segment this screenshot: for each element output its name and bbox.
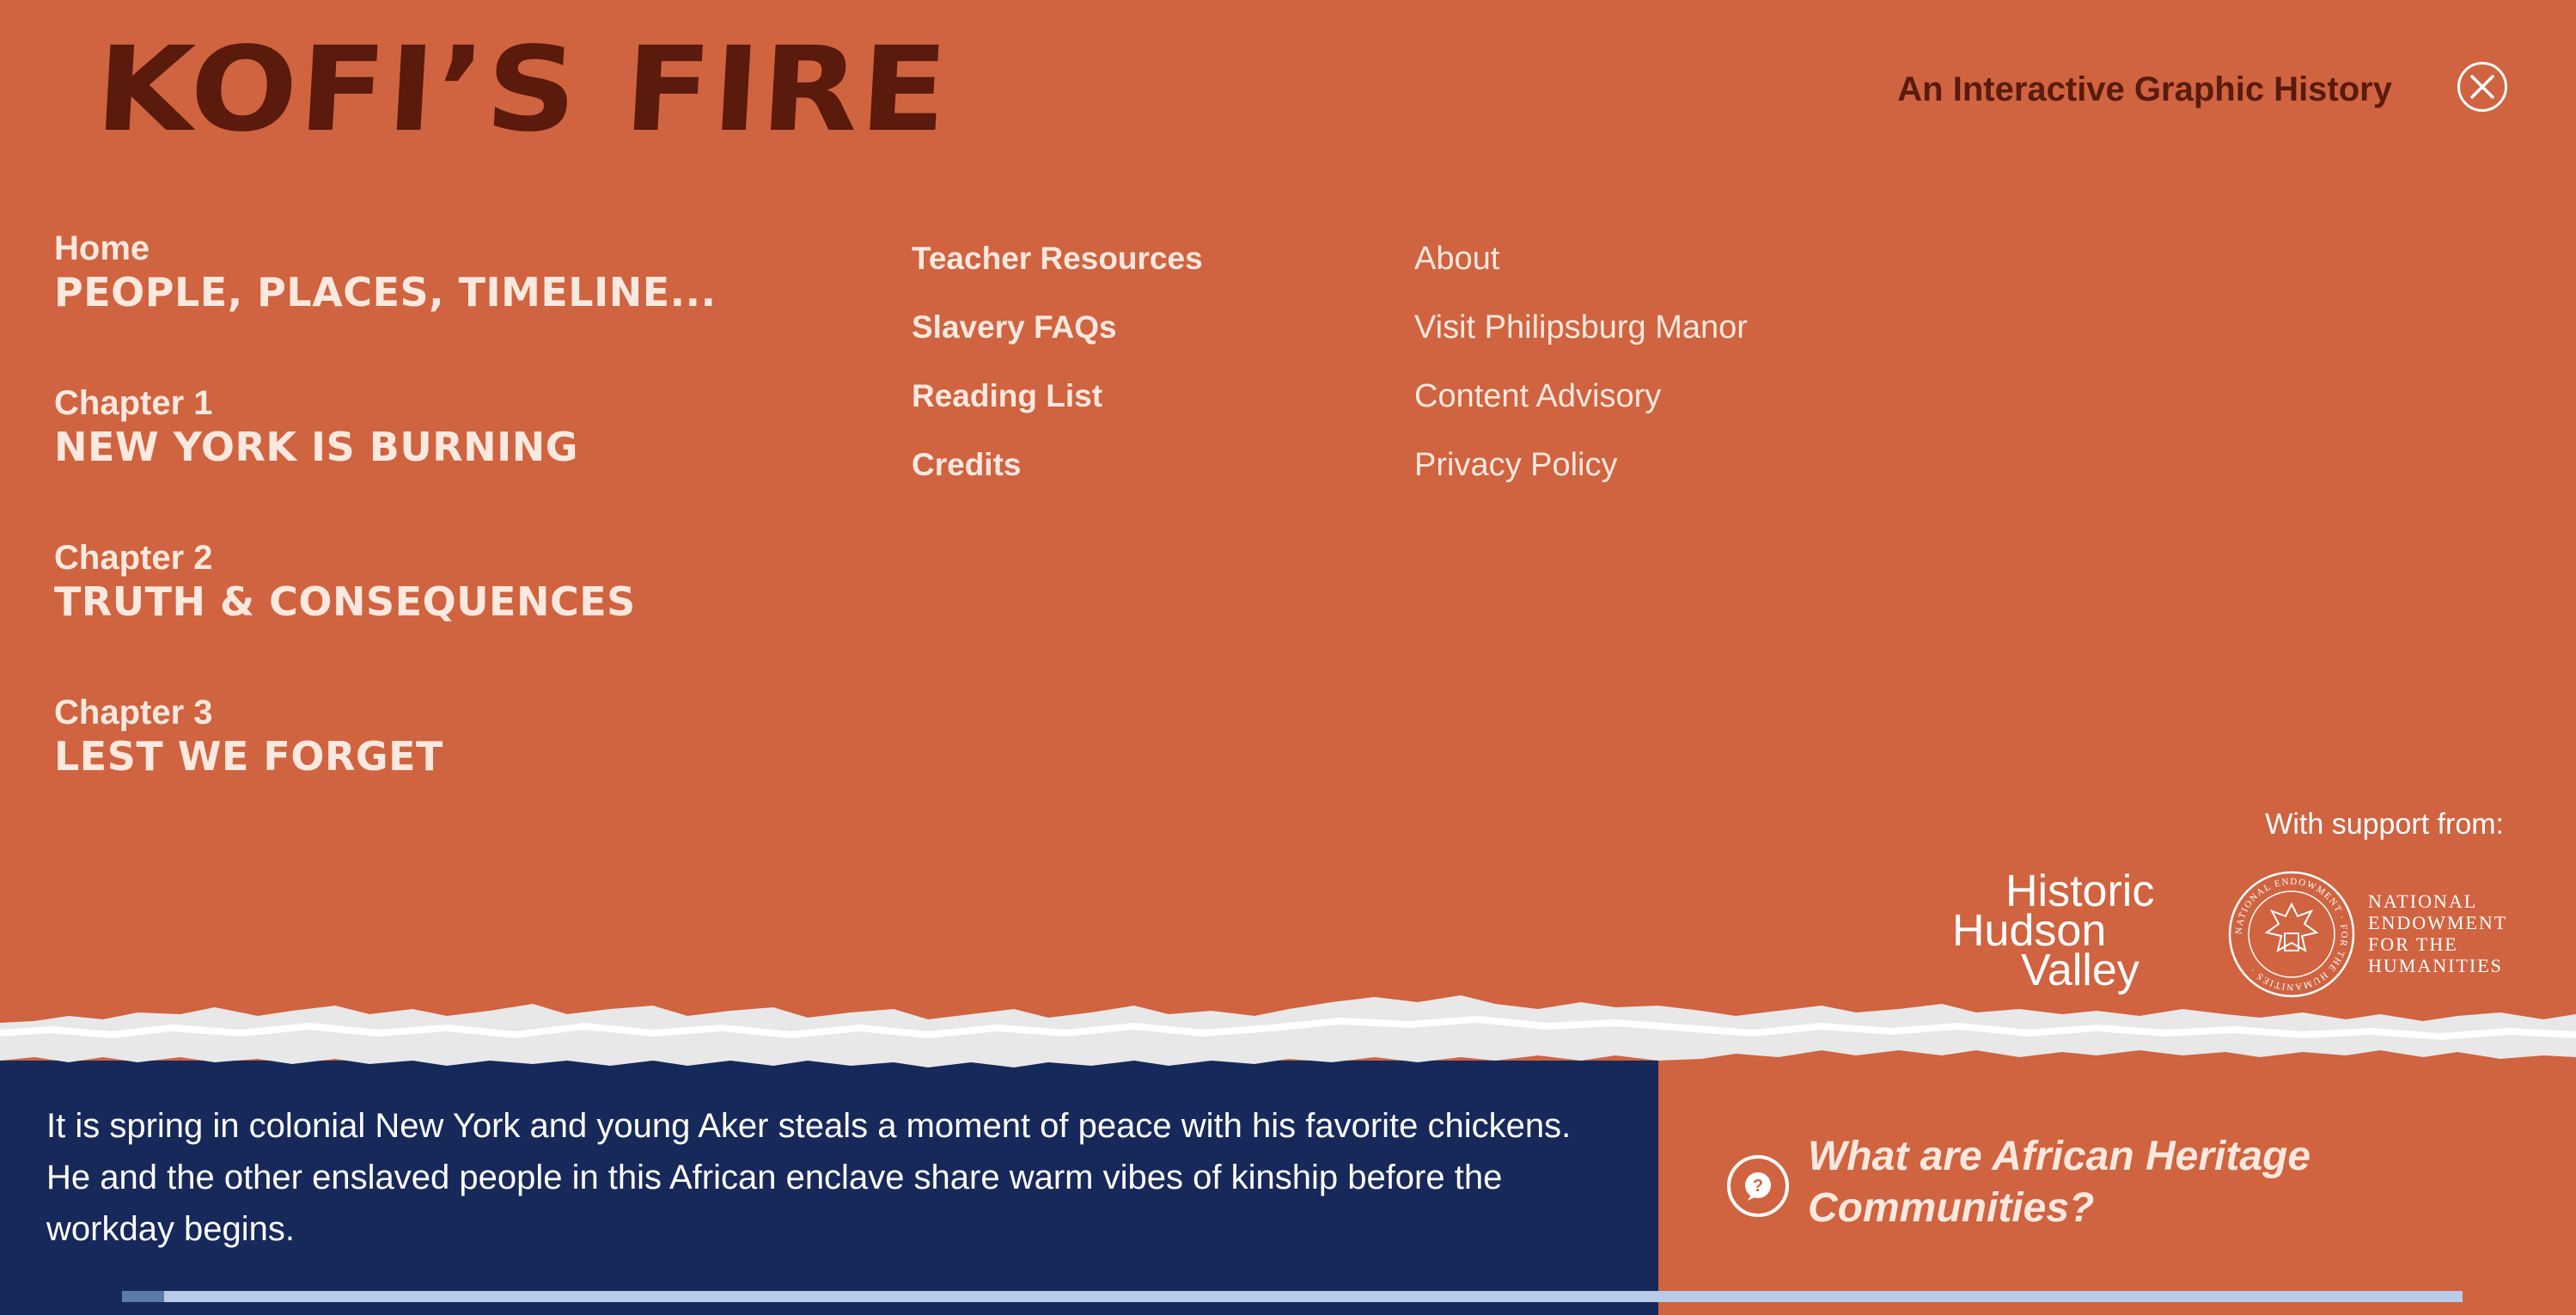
nav-about[interactable]: About [1414,237,1748,306]
question-bubble-icon: ? [1727,1155,1789,1217]
nav-home-label: Home [54,229,150,267]
logo-text: KOFI’S FIRE [92,22,953,158]
neh-line-3: FOR THE [2368,933,2458,955]
nav-slavery-faqs[interactable]: Slavery FAQs [912,306,1203,375]
nav-chapter-1-label: Chapter 1 [54,384,213,422]
nav-chapter-3-title: LEST WE FORGET [54,733,443,780]
nav-chapter-3-label: Chapter 3 [54,694,213,731]
close-menu-button[interactable] [2457,62,2507,112]
support-label: With support from: [2265,808,2504,841]
neh-wordmark: NATIONAL ENDOWMENT FOR THE HUMANITIES [2368,890,2507,976]
story-caption: It is spring in colonial New York and yo… [46,1107,1572,1248]
nav-chapter-1[interactable]: Chapter 1 NEW YORK IS BURNING [54,383,717,471]
close-icon [2470,75,2494,99]
nav-privacy-policy[interactable]: Privacy Policy [1414,443,1748,512]
nav-visit-philipsburg-manor[interactable]: Visit Philipsburg Manor [1414,306,1748,375]
nav-chapter-1-title: NEW YORK IS BURNING [54,424,578,470]
story-progress-bar[interactable] [122,1291,2463,1302]
story-progress-fill [122,1291,165,1302]
nav-content-advisory[interactable]: Content Advisory [1414,375,1748,443]
heritage-communities-link[interactable]: ? What are African Heritage Communities? [1727,1131,2426,1234]
primary-nav: Home PEOPLE, PLACES, TIMELINE... Chapter… [54,229,717,847]
site-logo[interactable]: KOFI’S FIRE [93,22,953,158]
nav-teacher-resources[interactable]: Teacher Resources [912,237,1203,306]
svg-text:?: ? [1753,1177,1763,1196]
nav-chapter-2[interactable]: Chapter 2 TRUTH & CONSEQUENCES [54,538,717,626]
nav-chapter-2-label: Chapter 2 [54,539,213,577]
nav-reading-list[interactable]: Reading List [912,375,1203,443]
secondary-nav: Teacher Resources Slavery FAQs Reading L… [912,237,1203,512]
heritage-communities-text: What are African Heritage Communities? [1808,1134,2311,1231]
nav-chapter-2-title: TRUTH & CONSEQUENCES [54,578,636,625]
nav-chapter-3[interactable]: Chapter 3 LEST WE FORGET [54,693,717,780]
neh-line-1: NATIONAL [2368,890,2478,912]
torn-paper-divider [0,995,2576,1067]
tertiary-nav: About Visit Philipsburg Manor Content Ad… [1414,237,1748,512]
site-tagline: An Interactive Graphic History [1897,70,2392,108]
nav-home[interactable]: Home PEOPLE, PLACES, TIMELINE... [54,229,717,316]
nav-credits[interactable]: Credits [912,443,1203,512]
nav-home-title: PEOPLE, PLACES, TIMELINE... [54,269,717,315]
neh-line-2: ENDOWMENT [2368,912,2508,933]
